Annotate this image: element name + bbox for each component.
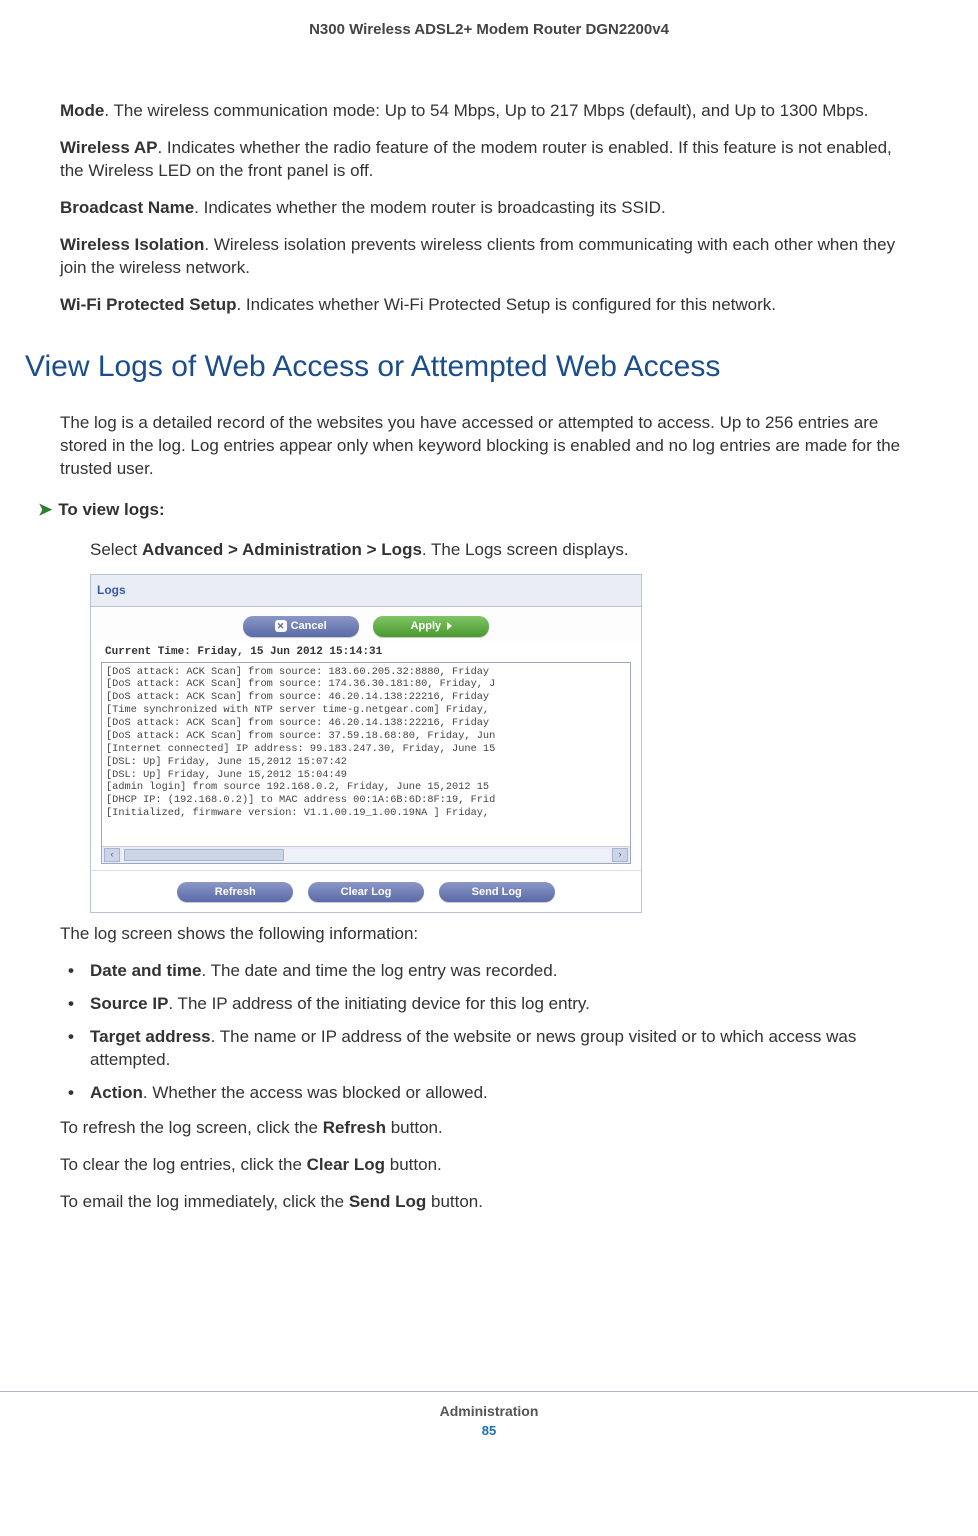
- procedure-heading: ➤ To view logs:: [38, 499, 918, 522]
- clear-log-button[interactable]: Clear Log: [308, 882, 424, 903]
- btn-name: Refresh: [323, 1118, 386, 1137]
- txt: button.: [385, 1155, 442, 1174]
- log-line: [DSL: Up] Friday, June 15,2012 15:04:49: [106, 769, 626, 782]
- closing-refresh: To refresh the log screen, click the Ref…: [60, 1117, 918, 1140]
- term: Wi-Fi Protected Setup: [60, 295, 236, 314]
- bullet-term: Target address: [90, 1027, 211, 1046]
- log-line: [DoS attack: ACK Scan] from source: 174.…: [106, 678, 626, 691]
- txt: button.: [386, 1118, 443, 1137]
- log-line: [DoS attack: ACK Scan] from source: 37.5…: [106, 730, 626, 743]
- scroll-track[interactable]: [122, 849, 610, 861]
- current-time-label: Current Time: Friday, 15 Jun 2012 15:14:…: [101, 641, 631, 662]
- term: Broadcast Name: [60, 198, 194, 217]
- term-text: . Indicates whether the modem router is …: [194, 198, 666, 217]
- btn-name: Send Log: [349, 1192, 426, 1211]
- txt: To refresh the log screen, click the: [60, 1118, 323, 1137]
- section-intro: The log is a detailed record of the webs…: [60, 412, 918, 481]
- footer-page-number: 85: [0, 1422, 978, 1440]
- closing-clearlog: To clear the log entries, click the Clea…: [60, 1154, 918, 1177]
- breadcrumb-path: Advanced > Administration > Logs: [142, 540, 422, 559]
- footer-section-title: Administration: [0, 1402, 978, 1421]
- bullet-term: Action: [90, 1083, 143, 1102]
- apply-button[interactable]: Apply: [373, 616, 489, 637]
- cancel-button[interactable]: ✕ Cancel: [243, 616, 359, 637]
- log-line: [DoS attack: ACK Scan] from source: 183.…: [106, 666, 626, 679]
- log-line: [Time synchronized with NTP server time-…: [106, 704, 626, 717]
- term: Mode: [60, 101, 104, 120]
- log-line: [DoS attack: ACK Scan] from source: 46.2…: [106, 717, 626, 730]
- log-line: [admin login] from source 192.168.0.2, F…: [106, 781, 626, 794]
- log-line: [DoS attack: ACK Scan] from source: 46.2…: [106, 691, 626, 704]
- definition-wps: Wi-Fi Protected Setup. Indicates whether…: [60, 294, 918, 317]
- list-item: Action. Whether the access was blocked o…: [60, 1082, 918, 1105]
- txt: button.: [426, 1192, 483, 1211]
- bullet-text: . Whether the access was blocked or allo…: [143, 1083, 488, 1102]
- list-item: Source IP. The IP address of the initiat…: [60, 993, 918, 1016]
- log-fields-list: Date and time. The date and time the log…: [60, 960, 918, 1105]
- list-item: Date and time. The date and time the log…: [60, 960, 918, 983]
- list-item: Target address. The name or IP address o…: [60, 1026, 918, 1072]
- definition-broadcast-name: Broadcast Name. Indicates whether the mo…: [60, 197, 918, 220]
- send-log-button[interactable]: Send Log: [439, 882, 555, 903]
- play-icon: [447, 622, 452, 630]
- screenshot-titlebar: Logs: [91, 575, 641, 607]
- scroll-thumb[interactable]: [124, 849, 284, 861]
- step-text-pre: Select: [90, 540, 142, 559]
- closing-sendlog: To email the log immediately, click the …: [60, 1191, 918, 1214]
- definition-mode: Mode. The wireless communication mode: U…: [60, 100, 918, 123]
- log-line: [DHCP IP: (192.168.0.2)] to MAC address …: [106, 794, 626, 807]
- cancel-label: Cancel: [291, 620, 327, 632]
- screenshot-body: Current Time: Friday, 15 Jun 2012 15:14:…: [91, 641, 641, 870]
- term: Wireless AP: [60, 138, 157, 157]
- post-screenshot-text: The log screen shows the following infor…: [60, 923, 918, 946]
- definition-wireless-isolation: Wireless Isolation. Wireless isolation p…: [60, 234, 918, 280]
- step-text-post: . The Logs screen displays.: [422, 540, 629, 559]
- apply-label: Apply: [411, 620, 442, 632]
- bullet-text: . The date and time the log entry was re…: [201, 961, 557, 980]
- definitions-block: Mode. The wireless communication mode: U…: [60, 100, 918, 317]
- running-header: N300 Wireless ADSL2+ Modem Router DGN220…: [60, 20, 918, 40]
- page-footer: Administration 85: [0, 1391, 978, 1440]
- scroll-left-button[interactable]: ‹: [104, 848, 120, 862]
- log-line: [Initialized, firmware version: V1.1.00.…: [106, 807, 626, 820]
- logs-screenshot: Logs ✕ Cancel Apply Current Time: Friday,…: [90, 574, 642, 913]
- txt: To email the log immediately, click the: [60, 1192, 349, 1211]
- bullet-text: . The IP address of the initiating devic…: [168, 994, 589, 1013]
- refresh-button[interactable]: Refresh: [177, 882, 293, 903]
- bullet-term: Date and time: [90, 961, 201, 980]
- screenshot-title: Logs: [97, 583, 126, 597]
- log-line: [DSL: Up] Friday, June 15,2012 15:07:42: [106, 756, 626, 769]
- bullet-term: Source IP: [90, 994, 168, 1013]
- horizontal-scrollbar[interactable]: ‹ ›: [102, 846, 630, 863]
- screenshot-bottom-toolbar: Refresh Clear Log Send Log: [91, 870, 641, 913]
- procedure-step: Select Advanced > Administration > Logs.…: [90, 539, 918, 562]
- definition-wireless-ap: Wireless AP. Indicates whether the radio…: [60, 137, 918, 183]
- term-text: . The wireless communication mode: Up to…: [104, 101, 868, 120]
- btn-name: Clear Log: [307, 1155, 385, 1174]
- log-textarea[interactable]: [DoS attack: ACK Scan] from source: 183.…: [101, 662, 631, 864]
- term-text: . Indicates whether the radio feature of…: [60, 138, 892, 180]
- txt: To clear the log entries, click the: [60, 1155, 307, 1174]
- procedure-title: To view logs:: [58, 500, 164, 519]
- scroll-right-button[interactable]: ›: [612, 848, 628, 862]
- chevron-right-icon: ➤: [38, 500, 52, 519]
- term-text: . Indicates whether Wi-Fi Protected Setu…: [236, 295, 776, 314]
- section-heading: View Logs of Web Access or Attempted Web…: [25, 347, 918, 388]
- log-content: [DoS attack: ACK Scan] from source: 183.…: [102, 663, 630, 839]
- log-line: [Internet connected] IP address: 99.183.…: [106, 743, 626, 756]
- close-icon: ✕: [275, 620, 287, 632]
- screenshot-top-toolbar: ✕ Cancel Apply: [91, 607, 641, 641]
- term: Wireless Isolation: [60, 235, 204, 254]
